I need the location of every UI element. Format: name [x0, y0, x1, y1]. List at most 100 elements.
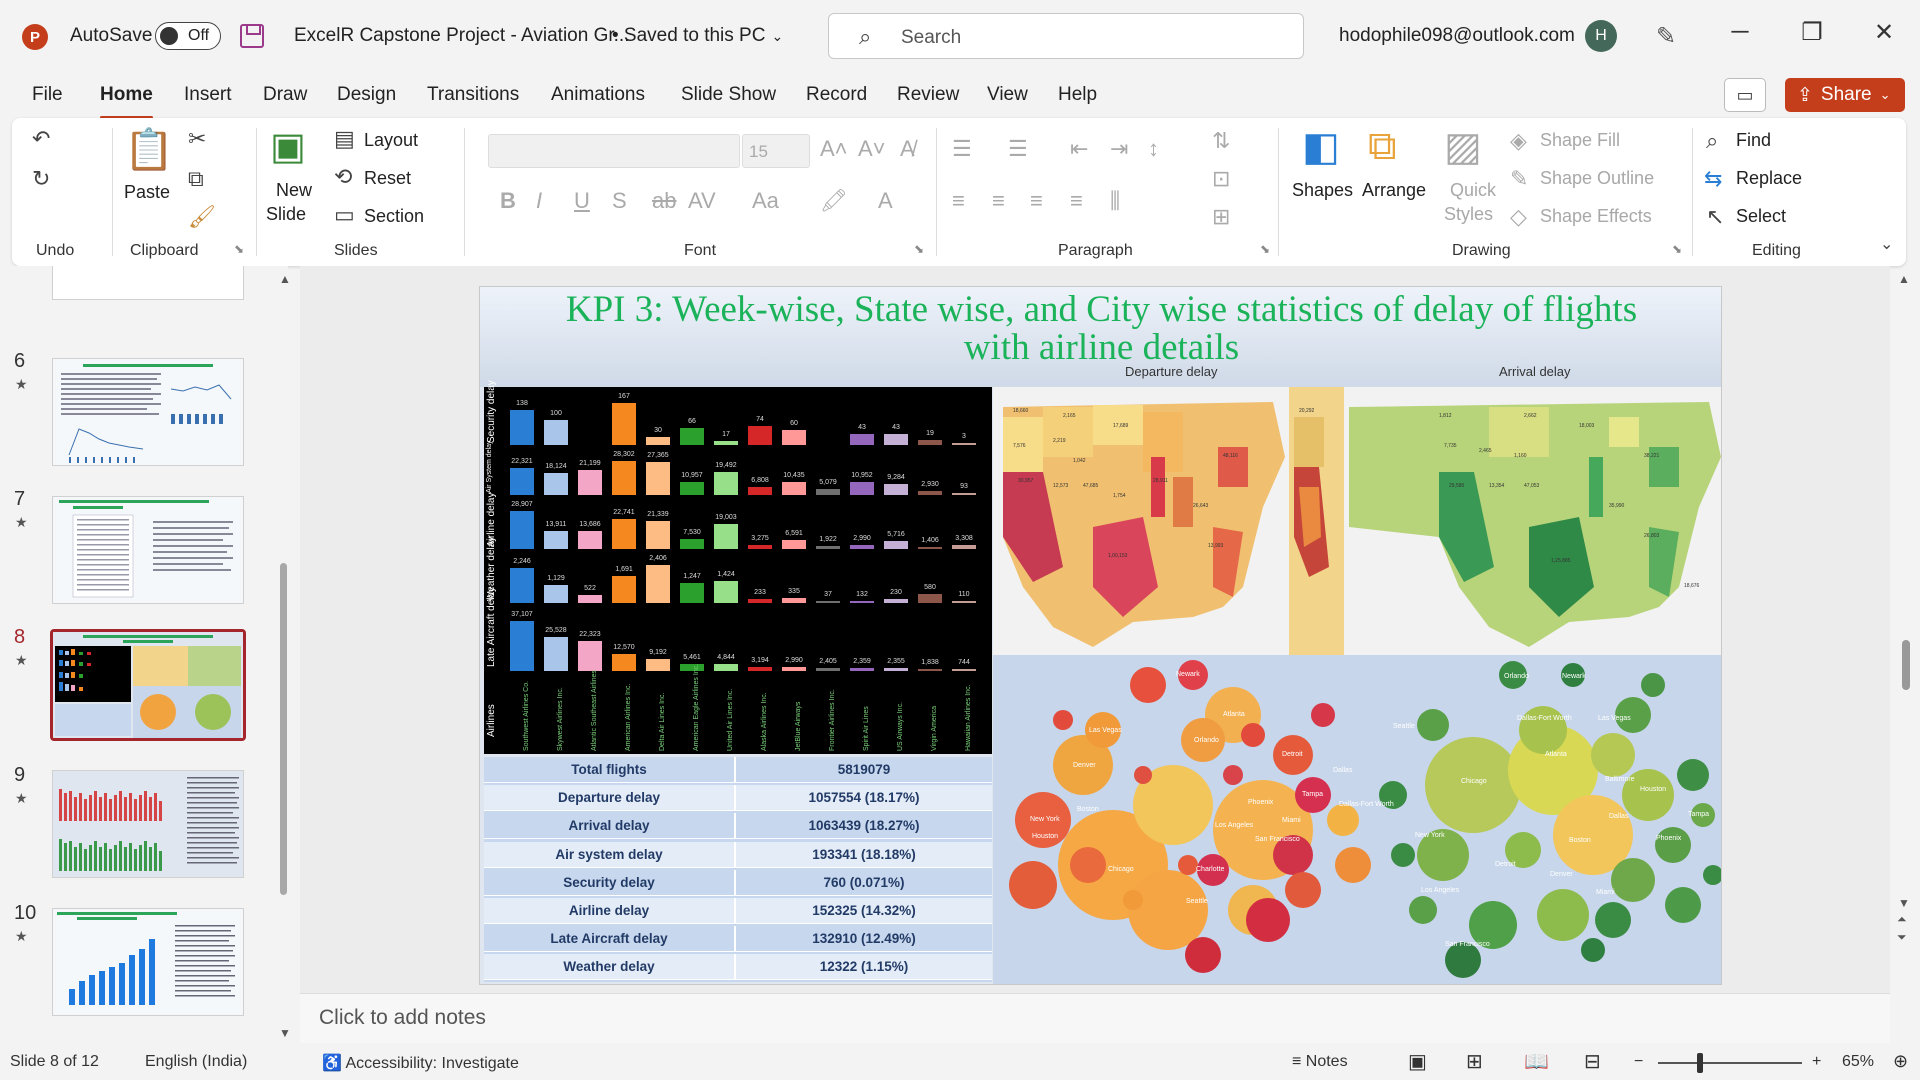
bar[interactable] — [646, 659, 670, 671]
quick-styles-label-1[interactable]: Quick — [1450, 180, 1496, 201]
slide-thumbnail-8[interactable] — [50, 629, 246, 741]
change-case-icon[interactable]: Aa — [752, 188, 779, 214]
slide-sorter-icon[interactable]: ⊞ — [1466, 1049, 1483, 1074]
bar[interactable] — [544, 531, 568, 549]
bar[interactable] — [612, 519, 636, 549]
bar[interactable] — [918, 669, 942, 671]
slide-counter[interactable]: Slide 8 of 12 — [10, 1053, 99, 1071]
bar[interactable] — [680, 583, 704, 603]
underline-icon[interactable]: U — [574, 188, 590, 214]
strikethrough-icon[interactable]: ab — [652, 188, 676, 214]
bar[interactable] — [748, 426, 772, 445]
clear-formatting-icon[interactable]: A̸ — [900, 136, 915, 162]
align-right-icon[interactable]: ≡ — [1030, 188, 1043, 214]
bar[interactable] — [748, 667, 772, 671]
tab-help[interactable]: Help — [1058, 84, 1097, 106]
restore-icon[interactable]: ❐ — [1792, 18, 1832, 47]
bar[interactable] — [952, 669, 976, 671]
avatar[interactable]: H — [1585, 20, 1617, 52]
autosave-toggle[interactable]: Off — [155, 22, 221, 50]
bar[interactable] — [714, 581, 738, 603]
departure-delay-map[interactable]: 18,660 2,165 17,689 7,576 2,219 1,042 30,957 12… — [993, 387, 1289, 655]
find-button[interactable]: Find — [1736, 130, 1771, 151]
slide-thumbnail-6[interactable] — [52, 358, 244, 466]
editor-scrollbar[interactable] — [1902, 640, 1910, 690]
increase-indent-icon[interactable]: ⇥ — [1110, 136, 1128, 162]
highlight-icon[interactable]: 🖍 — [820, 188, 848, 214]
bar[interactable] — [612, 403, 636, 445]
account-email[interactable]: hodophile098@outlook.com — [1339, 25, 1575, 47]
tab-file[interactable]: File — [32, 84, 63, 106]
tab-draw[interactable]: Draw — [263, 84, 307, 106]
next-slide-icon[interactable]: ⏷ — [1897, 930, 1907, 945]
bar[interactable] — [782, 540, 806, 549]
shrink-font-icon[interactable]: A˅ — [858, 136, 886, 162]
bar[interactable] — [510, 410, 534, 445]
zoom-in-icon[interactable]: + — [1812, 1053, 1821, 1071]
bar[interactable] — [952, 601, 976, 603]
notes-pane[interactable]: Click to add notes — [300, 993, 1890, 1043]
arrange-icon[interactable]: ⧉ — [1368, 124, 1397, 169]
format-painter-icon[interactable]: 🖌 — [188, 204, 216, 230]
search-box[interactable]: ⌕ Search — [828, 13, 1304, 59]
new-slide-icon[interactable]: ▣ — [270, 124, 306, 169]
accessibility-status[interactable]: ♿ Accessibility: Investigate — [322, 1053, 519, 1073]
bar[interactable] — [612, 654, 636, 671]
dialog-launcher-icon[interactable]: ⬊ — [1260, 242, 1270, 256]
tab-view[interactable]: View — [987, 84, 1028, 106]
bar[interactable] — [646, 565, 670, 603]
new-slide-label-1[interactable]: New — [276, 180, 312, 201]
bar[interactable] — [918, 491, 942, 495]
redo-icon[interactable]: ↻ — [32, 166, 50, 192]
bar[interactable] — [952, 443, 976, 445]
notes-toggle[interactable]: ≡ Notes — [1292, 1053, 1348, 1071]
align-center-icon[interactable]: ≡ — [992, 188, 1005, 214]
scroll-down-icon[interactable]: ▼ — [279, 1026, 291, 1040]
bar[interactable] — [510, 568, 534, 603]
bar[interactable] — [544, 473, 568, 495]
zoom-slider-thumb[interactable] — [1697, 1053, 1703, 1073]
scroll-down-icon[interactable]: ▼ — [1898, 896, 1910, 910]
columns-icon[interactable]: ⫼ — [1110, 188, 1120, 214]
tab-animations[interactable]: Animations — [551, 84, 645, 106]
tab-design[interactable]: Design — [337, 84, 396, 106]
slide-thumbnail-7[interactable] — [52, 496, 244, 604]
dialog-launcher-icon[interactable]: ⬊ — [234, 242, 244, 256]
slide-thumbnail-9[interactable] — [52, 770, 244, 878]
slide-thumbnail-10[interactable] — [52, 908, 244, 1016]
scroll-up-icon[interactable]: ▲ — [1898, 272, 1910, 286]
bar[interactable] — [646, 521, 670, 549]
bar[interactable] — [680, 664, 704, 671]
font-size-select[interactable]: 15 — [742, 134, 810, 168]
language-indicator[interactable]: English (India) — [145, 1053, 247, 1071]
shapes-button[interactable]: Shapes — [1292, 180, 1353, 201]
shapes-icon[interactable]: ◧ — [1302, 124, 1340, 170]
bar[interactable] — [612, 461, 636, 495]
bullets-icon[interactable]: ☰ — [952, 136, 972, 162]
bar[interactable] — [510, 511, 534, 549]
reset-button[interactable]: Reset — [364, 168, 411, 189]
bar[interactable] — [816, 601, 840, 603]
section-button[interactable]: Section — [364, 206, 424, 227]
tab-home[interactable]: Home — [100, 84, 153, 119]
bar[interactable] — [884, 484, 908, 495]
bold-icon[interactable]: B — [500, 188, 516, 214]
quick-styles-label-2[interactable]: Styles — [1444, 204, 1493, 225]
select-button[interactable]: Select — [1736, 206, 1786, 227]
bar[interactable] — [782, 430, 806, 445]
bar[interactable] — [918, 594, 942, 603]
document-title[interactable]: ExcelR Capstone Project - Aviation Gr... — [294, 25, 629, 47]
bar[interactable] — [884, 541, 908, 549]
justify-icon[interactable]: ≡ — [1070, 188, 1083, 214]
quick-styles-icon[interactable]: ▨ — [1444, 124, 1482, 170]
tab-insert[interactable]: Insert — [184, 84, 232, 106]
share-button[interactable]: ⇪ Share ⌄ — [1785, 78, 1905, 112]
cut-icon[interactable]: ✂ — [188, 126, 206, 152]
bar[interactable] — [714, 664, 738, 671]
scroll-up-icon[interactable]: ▲ — [279, 272, 291, 286]
undo-icon[interactable]: ↶ — [32, 126, 50, 152]
bar[interactable] — [918, 547, 942, 549]
fit-to-window-icon[interactable]: ⊕ — [1893, 1051, 1908, 1072]
shape-fill-button[interactable]: Shape Fill — [1540, 130, 1620, 151]
tab-transitions[interactable]: Transitions — [427, 84, 519, 106]
